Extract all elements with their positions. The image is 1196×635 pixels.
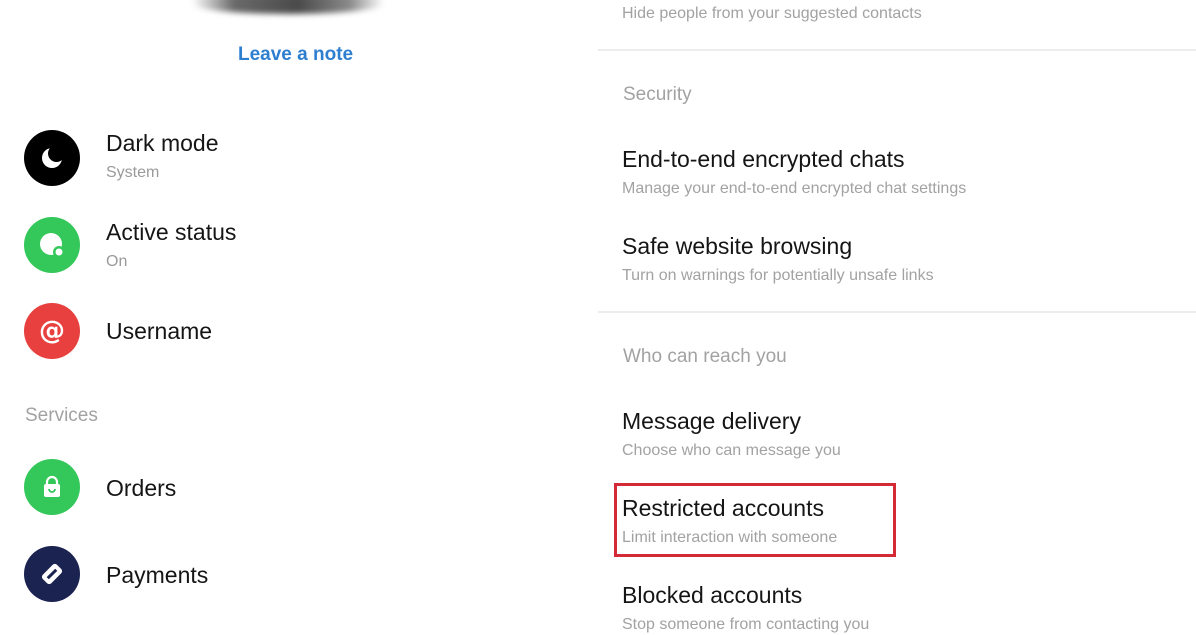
active-status-value: On bbox=[106, 253, 128, 270]
encrypted-chats-title: End-to-end encrypted chats bbox=[622, 146, 905, 172]
dark-mode-label: Dark mode bbox=[106, 130, 219, 156]
encrypted-chats-description: Manage your end-to-end encrypted chat se… bbox=[622, 180, 967, 197]
safe-browsing-description: Turn on warnings for potentially unsafe … bbox=[622, 267, 934, 284]
leave-note-link[interactable]: Leave a note bbox=[238, 44, 353, 66]
message-delivery-item[interactable]: Message delivery Choose who can message … bbox=[622, 407, 1182, 461]
payments-row[interactable]: Payments bbox=[24, 546, 584, 602]
username-label: Username bbox=[106, 318, 213, 344]
profile-settings-pane: Leave a note Dark mode System Active sta… bbox=[0, 0, 598, 628]
message-delivery-title: Message delivery bbox=[622, 408, 801, 434]
security-section-label: Security bbox=[623, 84, 692, 105]
who-can-reach-section-label: Who can reach you bbox=[623, 346, 787, 367]
safe-browsing-title: Safe website browsing bbox=[622, 233, 853, 259]
username-row[interactable]: @ Username bbox=[24, 303, 584, 359]
safe-browsing-item[interactable]: Safe website browsing Turn on warnings f… bbox=[622, 232, 1182, 286]
blocked-accounts-title: Blocked accounts bbox=[622, 582, 803, 608]
profile-avatar bbox=[192, 0, 384, 14]
divider bbox=[598, 311, 1196, 313]
services-section-label: Services bbox=[25, 405, 98, 426]
blocked-accounts-description: Stop someone from contacting you bbox=[622, 616, 870, 633]
divider bbox=[598, 49, 1196, 51]
blocked-accounts-item[interactable]: Blocked accounts Stop someone from conta… bbox=[622, 581, 1182, 635]
payments-label: Payments bbox=[106, 562, 209, 588]
active-status-label: Active status bbox=[106, 219, 237, 245]
active-status-icon bbox=[24, 217, 80, 273]
encrypted-chats-item[interactable]: End-to-end encrypted chats Manage your e… bbox=[622, 145, 1182, 199]
message-delivery-description: Choose who can message you bbox=[622, 442, 841, 459]
active-status-row[interactable]: Active status On bbox=[24, 217, 584, 273]
hidden-contacts-description: Hide people from your suggested contacts bbox=[622, 5, 922, 22]
dark-mode-row[interactable]: Dark mode System bbox=[24, 130, 584, 186]
at-sign-icon: @ bbox=[24, 303, 80, 359]
payment-card-icon bbox=[24, 546, 80, 602]
restricted-accounts-highlight-box bbox=[614, 483, 896, 557]
hidden-contacts-item[interactable]: Hide people from your suggested contacts bbox=[622, 4, 1182, 24]
shopping-bag-icon bbox=[24, 459, 80, 515]
moon-icon bbox=[24, 130, 80, 186]
orders-label: Orders bbox=[106, 475, 177, 501]
dark-mode-value: System bbox=[106, 164, 160, 181]
orders-row[interactable]: Orders bbox=[24, 459, 584, 515]
